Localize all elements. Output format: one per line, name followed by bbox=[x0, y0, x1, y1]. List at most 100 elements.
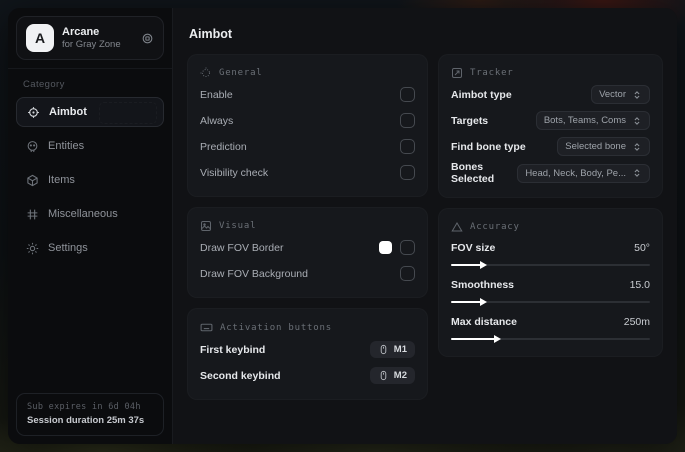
mouse-icon bbox=[378, 370, 389, 381]
sidebar-item-label: Miscellaneous bbox=[48, 208, 118, 220]
crosshair-dotted-icon bbox=[200, 67, 212, 79]
setting-row: Aimbot type Vector bbox=[451, 83, 650, 106]
gear-icon[interactable] bbox=[141, 32, 154, 45]
chevron-updown-icon bbox=[632, 168, 642, 178]
slider-fill bbox=[451, 298, 487, 306]
setting-label: FOV size bbox=[451, 242, 496, 254]
sidebar-item-entities[interactable]: Entities bbox=[16, 131, 164, 161]
crosshair-icon bbox=[27, 106, 40, 119]
sidebar-item-aimbot[interactable]: Aimbot bbox=[16, 97, 164, 127]
chevron-updown-icon bbox=[632, 116, 642, 126]
setting-label: Targets bbox=[451, 114, 489, 127]
draw-fov-border-checkbox[interactable] bbox=[400, 240, 415, 255]
setting-label: Prediction bbox=[200, 140, 247, 153]
tracker-panel: Tracker Aimbot type Vector Targets Bots,… bbox=[438, 54, 663, 198]
max-distance-value: 250m bbox=[623, 316, 650, 328]
second-keybind-button[interactable]: M2 bbox=[369, 367, 415, 384]
watermark bbox=[99, 102, 157, 124]
sub-expires-text: Sub expires in 6d 04h bbox=[27, 402, 141, 412]
prediction-checkbox[interactable] bbox=[400, 139, 415, 154]
sidebar-item-miscellaneous[interactable]: Miscellaneous bbox=[16, 199, 164, 229]
accuracy-panel: Accuracy FOV size 50° Smoothness 15.0 Ma… bbox=[438, 208, 663, 357]
sidebar: A Arcane for Gray Zone Category Aimbot E… bbox=[8, 8, 173, 444]
dropdown-value: Vector bbox=[599, 89, 626, 100]
fov-size-slider[interactable] bbox=[451, 260, 650, 270]
keybind-value: M1 bbox=[393, 344, 407, 355]
gear-icon bbox=[26, 242, 39, 255]
setting-label: Visibility check bbox=[200, 166, 269, 179]
find-bone-type-dropdown[interactable]: Selected bone bbox=[557, 137, 650, 156]
bones-selected-dropdown[interactable]: Head, Neck, Body, Pe... bbox=[517, 163, 650, 183]
visibility-check-checkbox[interactable] bbox=[400, 165, 415, 180]
app-subtitle: for Gray Zone bbox=[62, 39, 121, 50]
triangle-icon bbox=[451, 221, 463, 233]
page-title: Aimbot bbox=[189, 27, 233, 41]
setting-label: Aimbot type bbox=[451, 88, 512, 101]
panel-title: General bbox=[219, 68, 263, 78]
mouse-icon bbox=[378, 344, 389, 355]
keybind-value: M2 bbox=[393, 370, 407, 381]
sidebar-item-label: Items bbox=[48, 174, 75, 186]
slider-row: Max distance 250m bbox=[451, 313, 650, 344]
setting-label: First keybind bbox=[200, 343, 266, 356]
slider-row: FOV size 50° bbox=[451, 239, 650, 270]
aimbot-type-dropdown[interactable]: Vector bbox=[591, 85, 650, 104]
sidebar-item-label: Settings bbox=[48, 242, 88, 254]
setting-label: Draw FOV Background bbox=[200, 267, 308, 280]
draw-fov-background-checkbox[interactable] bbox=[400, 266, 415, 281]
setting-row: Enable bbox=[200, 83, 415, 106]
setting-row: Visibility check bbox=[200, 161, 415, 184]
panel-title: Activation buttons bbox=[220, 322, 332, 333]
setting-label: Find bone type bbox=[451, 140, 526, 153]
setting-label: Second keybind bbox=[200, 369, 281, 382]
setting-label: Smoothness bbox=[451, 279, 515, 291]
sidebar-item-label: Aimbot bbox=[49, 106, 87, 118]
sidebar-item-items[interactable]: Items bbox=[16, 165, 164, 195]
dropdown-value: Bots, Teams, Coms bbox=[543, 115, 626, 126]
dropdown-value: Head, Neck, Body, Pe... bbox=[525, 167, 626, 179]
app-title: Arcane bbox=[62, 26, 100, 38]
setting-row: First keybind M1 bbox=[200, 338, 415, 361]
activation-buttons-panel: Activation buttons First keybind M1 Seco… bbox=[187, 308, 428, 400]
divider bbox=[8, 68, 172, 69]
smoothness-value: 15.0 bbox=[629, 279, 650, 291]
setting-row: Prediction bbox=[200, 135, 415, 158]
panel-title: Accuracy bbox=[470, 222, 520, 232]
setting-label: Draw FOV Border bbox=[200, 241, 284, 254]
first-keybind-button[interactable]: M1 bbox=[369, 341, 415, 358]
sidebar-item-settings[interactable]: Settings bbox=[16, 233, 164, 263]
setting-row: Always bbox=[200, 109, 415, 132]
setting-label: Enable bbox=[200, 88, 233, 101]
fov-size-value: 50° bbox=[634, 242, 650, 254]
app-window: A Arcane for Gray Zone Category Aimbot E… bbox=[8, 8, 677, 444]
cube-icon bbox=[26, 174, 39, 187]
visual-panel: Visual Draw FOV Border Draw FOV Backgrou… bbox=[187, 207, 428, 298]
setting-row: Draw FOV Border bbox=[200, 236, 415, 259]
image-icon bbox=[200, 220, 212, 232]
smoothness-slider[interactable] bbox=[451, 297, 650, 307]
targets-dropdown[interactable]: Bots, Teams, Coms bbox=[535, 111, 650, 130]
category-label: Category bbox=[23, 79, 65, 90]
logo-card: A Arcane for Gray Zone bbox=[16, 16, 164, 60]
max-distance-slider[interactable] bbox=[451, 334, 650, 344]
slider-fill bbox=[451, 261, 487, 269]
setting-row: Second keybind M2 bbox=[200, 364, 415, 387]
chevron-updown-icon bbox=[632, 90, 642, 100]
subscription-card: Sub expires in 6d 04h Session duration 2… bbox=[16, 393, 164, 436]
general-panel: General Enable Always Prediction Visibil… bbox=[187, 54, 428, 197]
setting-row: Bones Selected Head, Neck, Body, Pe... bbox=[451, 161, 650, 185]
color-swatch[interactable] bbox=[379, 241, 392, 254]
session-duration-text: Session duration 25m 37s bbox=[27, 415, 145, 426]
setting-row: Targets Bots, Teams, Coms bbox=[451, 109, 650, 132]
enable-checkbox[interactable] bbox=[400, 87, 415, 102]
slider-row: Smoothness 15.0 bbox=[451, 276, 650, 307]
main-content: Aimbot General Enable Always Prediction … bbox=[173, 8, 677, 444]
sidebar-item-label: Entities bbox=[48, 140, 85, 152]
panel-title: Tracker bbox=[470, 68, 514, 78]
slider-fill bbox=[451, 335, 501, 343]
setting-label: Max distance bbox=[451, 316, 517, 328]
dropdown-value: Selected bone bbox=[565, 141, 626, 152]
always-checkbox[interactable] bbox=[400, 113, 415, 128]
keyboard-icon bbox=[200, 321, 213, 334]
setting-row: Draw FOV Background bbox=[200, 262, 415, 285]
